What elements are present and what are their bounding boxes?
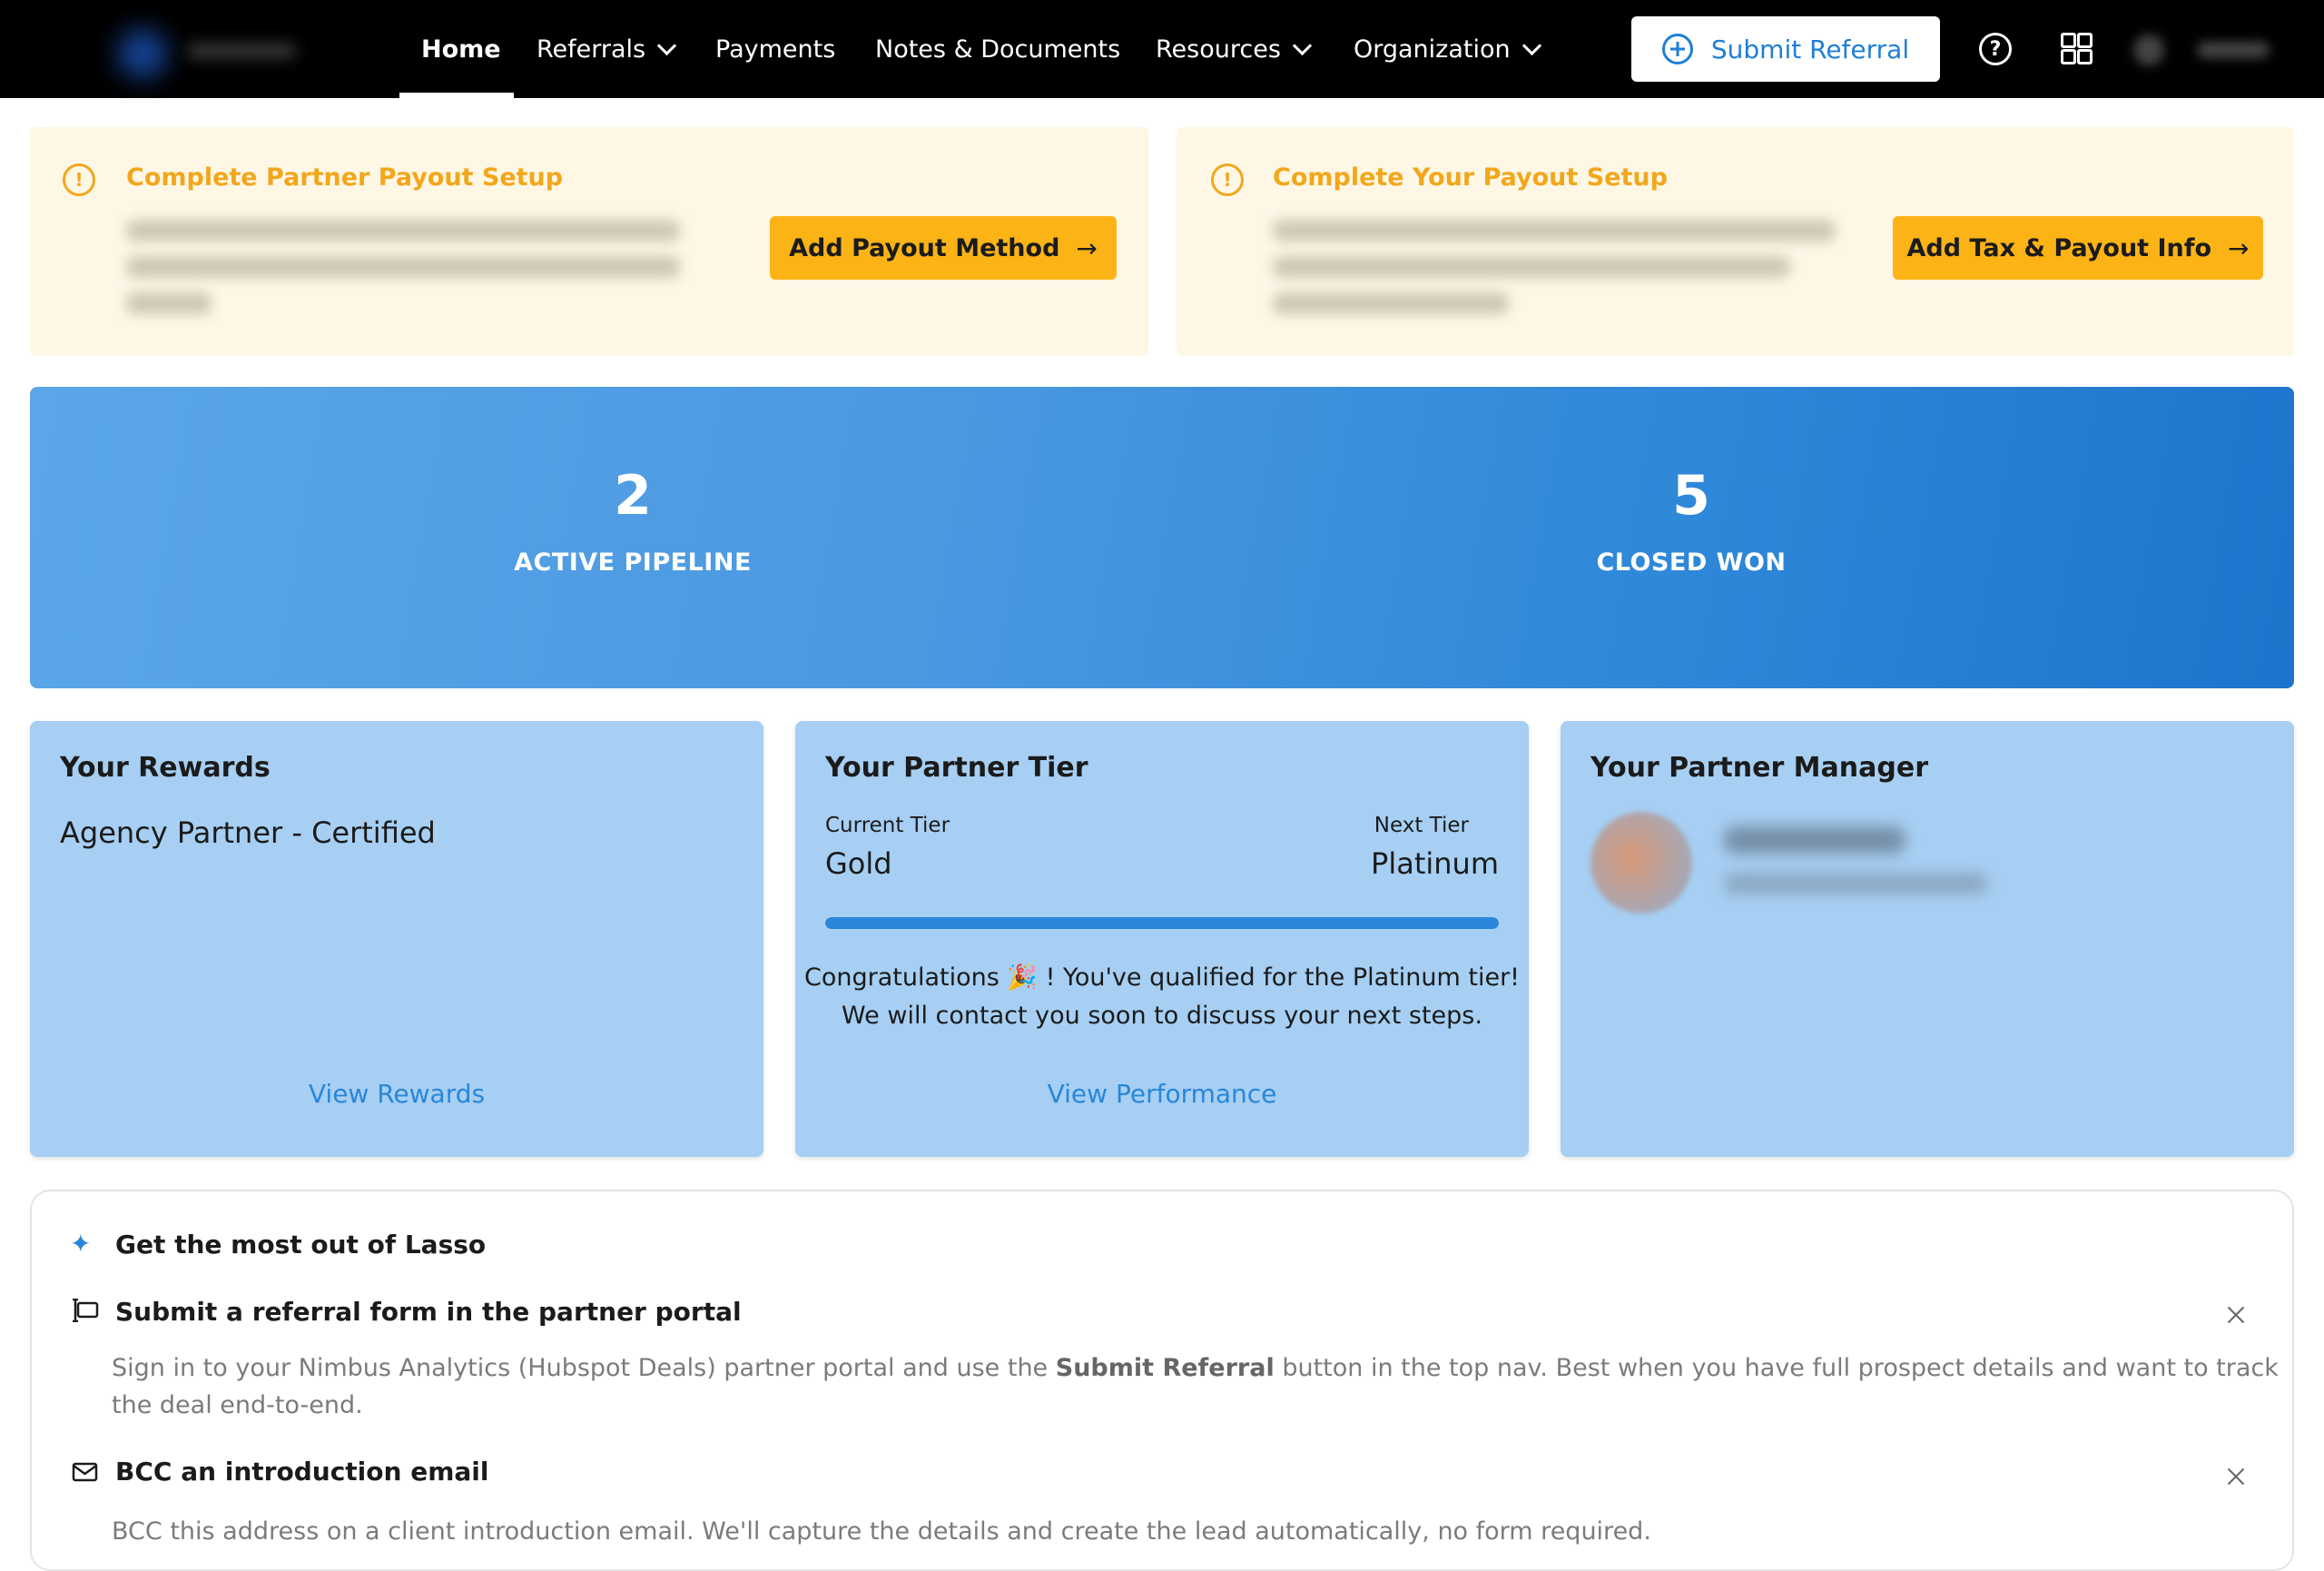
alert-message-line [1273,256,1790,278]
stats-banner: 2 ACTIVE PIPELINE 5 CLOSED WON [30,387,2294,688]
close-icon[interactable] [2225,1466,2247,1487]
partner-manager-card: Your Partner Manager [1561,721,2294,1157]
nav-resources-label: Resources [1156,35,1281,64]
help-icon[interactable]: ? [1979,33,2012,65]
warning-icon: ! [63,163,95,196]
nav-home[interactable]: Home [421,0,501,98]
chevron-down-icon [1521,35,1541,55]
user-menu[interactable] [2124,31,2306,67]
congrats-line-1: Congratulations 🎉 ! You've qualified for… [803,963,1520,992]
alert-message-line [126,256,680,278]
alert-message-line [126,292,212,314]
card-title: Your Rewards [60,752,271,784]
help-icon-glyph: ? [1989,37,2002,61]
add-tax-payout-info-button[interactable]: Add Tax & Payout Info → [1893,216,2263,280]
plus-circle-icon [1661,34,1693,64]
card-title: Your Partner Manager [1590,752,1928,784]
nav-notes-label: Notes & Documents [875,35,1121,64]
avatar [1590,812,1692,914]
rewards-card: Your Rewards Agency Partner - Certified … [30,721,763,1157]
tips-title: Get the most out of Lasso [115,1230,487,1260]
tip-description: Sign in to your Nimbus Analytics (Hubspo… [112,1349,2299,1424]
add-payout-method-label: Add Payout Method [789,233,1060,262]
manager-name [1724,826,1905,854]
arrow-right-icon: → [2228,232,2250,263]
alert-message [126,220,680,242]
tip-title: Submit a referral form in the partner po… [115,1297,742,1327]
tip-desc-text: Sign in to your Nimbus Analytics (Hubspo… [112,1354,1056,1382]
nav-active-indicator [399,93,514,98]
reward-level: Agency Partner - Certified [60,815,436,850]
stat-value: 2 [614,464,652,528]
nav-organization-label: Organization [1354,35,1511,64]
submit-referral-label: Submit Referral [1710,34,1910,64]
view-performance-link[interactable]: View Performance [795,1079,1529,1109]
nav-referrals[interactable]: Referrals [537,0,677,98]
nav-resources[interactable]: Resources [1156,0,1312,98]
arrow-right-icon: → [1076,232,1098,263]
add-payout-method-button[interactable]: Add Payout Method → [770,216,1117,280]
nav-referrals-label: Referrals [537,35,646,64]
tier-congrats-message: Congratulations 🎉 ! You've qualified for… [795,959,1529,1035]
stat-closed-won[interactable]: 5 CLOSED WON [1419,387,1964,577]
company-logo[interactable] [100,20,309,78]
submit-referral-button[interactable]: Submit Referral [1631,16,1940,82]
add-tax-payout-label: Add Tax & Payout Info [1906,233,2212,262]
view-rewards-link[interactable]: View Rewards [30,1079,763,1109]
stat-label: CLOSED WON [1596,548,1787,577]
alert-message [1273,220,1836,242]
get-the-most-panel: ✦ Get the most out of Lasso Submit a ref… [30,1190,2294,1571]
mail-icon [72,1460,99,1484]
alert-title: Complete Partner Payout Setup [126,163,564,192]
tip-description: BCC this address on a client introductio… [112,1517,1651,1546]
nav-home-label: Home [421,35,501,64]
card-title: Your Partner Tier [825,752,1088,784]
chevron-down-icon [1292,35,1312,55]
tier-progress-fill [825,917,1499,929]
your-payout-alert: ! Complete Your Payout Setup Add Tax & P… [1177,127,2294,356]
close-icon[interactable] [2225,1304,2247,1326]
sparkle-icon: ✦ [70,1229,92,1259]
current-tier-value: Gold [825,846,892,881]
alert-message-line [1273,292,1509,314]
next-tier-label: Next Tier [1374,814,1469,837]
warning-icon: ! [1211,163,1244,196]
nav-payments[interactable]: Payments [715,0,835,98]
stat-label: ACTIVE PIPELINE [514,548,752,577]
alert-title: Complete Your Payout Setup [1273,163,1668,192]
partner-tier-card: Your Partner Tier Current Tier Gold Next… [795,721,1529,1157]
partner-payout-alert: ! Complete Partner Payout Setup Add Payo… [30,127,1148,356]
stat-value: 5 [1672,464,1710,528]
tier-progress-bar [825,917,1499,929]
next-tier-value: Platinum [1371,846,1499,881]
manager-email[interactable] [1724,874,1987,894]
stat-active-pipeline[interactable]: 2 ACTIVE PIPELINE [360,387,905,577]
nav-organization[interactable]: Organization [1354,0,1541,98]
form-icon [72,1298,99,1323]
chevron-down-icon [657,35,677,55]
tip-title: BCC an introduction email [115,1457,489,1487]
top-navigation: Home Referrals Payments Notes & Document… [0,0,2324,98]
congrats-line-2: We will contact you soon to discuss your… [842,1002,1482,1030]
nav-notes-documents[interactable]: Notes & Documents [875,0,1120,98]
nav-payments-label: Payments [715,35,836,64]
current-tier-label: Current Tier [825,814,950,837]
app-grid-icon[interactable] [2061,33,2093,64]
tip-desc-bold: Submit Referral [1055,1354,1275,1382]
